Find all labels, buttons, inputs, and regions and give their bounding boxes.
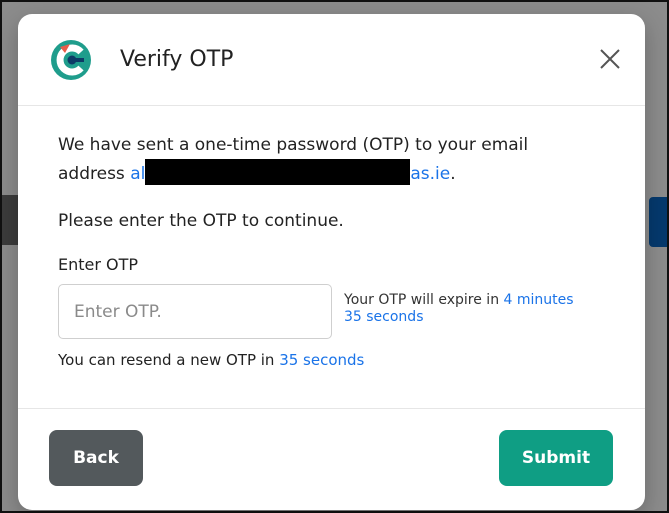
close-icon — [600, 49, 620, 69]
modal-body: We have sent a one-time password (OTP) t… — [18, 106, 645, 369]
expire-prefix: Your OTP will expire in — [344, 292, 504, 308]
email-prefix: al — [130, 164, 146, 184]
otp-label: Enter OTP — [58, 255, 139, 274]
submit-button[interactable]: Submit — [499, 430, 613, 486]
otp-row: Your OTP will expire in 4 minutes 35 sec… — [58, 284, 605, 339]
back-button[interactable]: Back — [49, 430, 143, 486]
verify-otp-modal: Verify OTP We have sent a one-time passw… — [18, 14, 645, 510]
resend-countdown: 35 seconds — [279, 351, 365, 369]
resend-prefix: You can resend a new OTP in — [58, 351, 280, 369]
otp-sent-message: We have sent a one-time password (OTP) t… — [58, 132, 598, 188]
instruction-text: Please enter the OTP to continue. — [58, 211, 344, 231]
email-redaction — [145, 159, 411, 185]
otp-expiry-text: Your OTP will expire in 4 minutes 35 sec… — [344, 292, 574, 326]
resend-text: You can resend a new OTP in 35 seconds — [58, 351, 605, 369]
modal-footer: Back Submit — [18, 408, 645, 510]
email-trailing: . — [450, 164, 456, 184]
email-link[interactable]: al as.ie — [130, 159, 451, 185]
modal-header: Verify OTP — [18, 14, 645, 106]
otp-input[interactable] — [58, 284, 332, 339]
close-button[interactable] — [593, 42, 627, 76]
app-logo-icon — [51, 39, 91, 80]
email-suffix: as.ie — [410, 164, 451, 184]
modal-title: Verify OTP — [120, 47, 234, 72]
